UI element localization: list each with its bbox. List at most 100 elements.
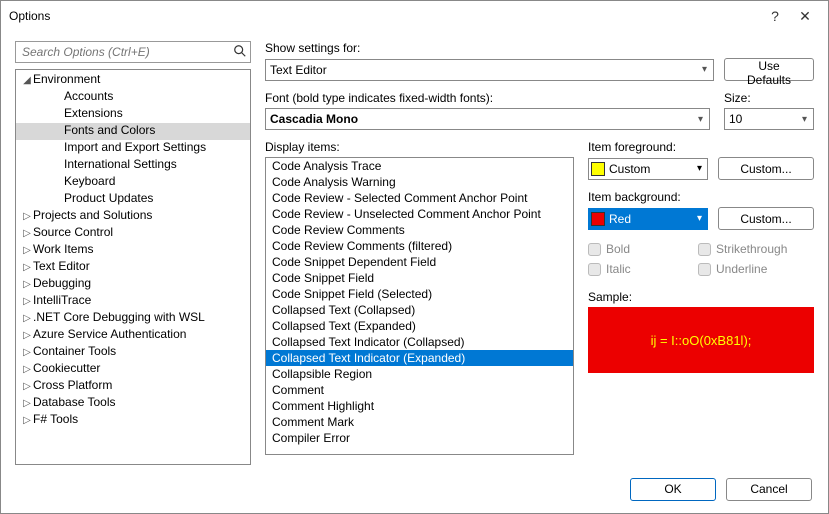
dialog-footer: OK Cancel — [1, 465, 828, 513]
tree-item-label: Text Editor — [33, 259, 90, 273]
display-item[interactable]: Comment — [266, 382, 573, 398]
show-settings-select[interactable]: Text Editor ▾ — [265, 59, 714, 81]
size-label: Size: — [724, 91, 814, 105]
tree-item-label: .NET Core Debugging with WSL — [33, 310, 205, 324]
tree-item-label: Azure Service Authentication — [33, 327, 186, 341]
chevron-right-icon: ▷ — [21, 347, 33, 358]
display-item[interactable]: Compiler Error — [266, 430, 573, 446]
display-item[interactable]: Code Snippet Field — [266, 270, 573, 286]
display-item[interactable]: Collapsed Text Indicator (Expanded) — [266, 350, 573, 366]
tree-item[interactable]: ▷Text Editor — [16, 259, 250, 276]
close-button[interactable]: ✕ — [790, 8, 820, 25]
tree-item[interactable]: ▷Database Tools — [16, 395, 250, 412]
display-item[interactable]: Code Snippet Field (Selected) — [266, 286, 573, 302]
tree-item-label: Keyboard — [64, 174, 115, 188]
chevron-down-icon: ▾ — [694, 163, 705, 174]
display-item[interactable]: Comment Highlight — [266, 398, 573, 414]
tree-item[interactable]: ▷.NET Core Debugging with WSL — [16, 310, 250, 327]
strikethrough-checkbox[interactable]: Strikethrough — [698, 242, 798, 256]
display-item[interactable]: Collapsed Text Indicator (Collapsed) — [266, 334, 573, 350]
chevron-down-icon: ▾ — [798, 114, 811, 125]
ok-button[interactable]: OK — [630, 478, 716, 501]
tree-item-label: Database Tools — [33, 395, 116, 409]
use-defaults-button[interactable]: Use Defaults — [724, 58, 814, 81]
display-items-list[interactable]: Code Analysis TraceCode Analysis Warning… — [265, 157, 574, 455]
tree-item[interactable]: Keyboard — [16, 174, 250, 191]
tree-item[interactable]: Import and Export Settings — [16, 140, 250, 157]
tree-item-label: IntelliTrace — [33, 293, 91, 307]
chevron-down-icon: ▾ — [694, 114, 707, 125]
chevron-right-icon: ▷ — [21, 330, 33, 341]
foreground-color-select[interactable]: Custom ▾ — [588, 158, 708, 180]
tree-item[interactable]: Extensions — [16, 106, 250, 123]
tree-item[interactable]: ▷F# Tools — [16, 412, 250, 429]
tree-item-label: Accounts — [64, 89, 113, 103]
underline-checkbox[interactable]: Underline — [698, 262, 798, 276]
tree-item-label: Debugging — [33, 276, 91, 290]
display-item[interactable]: Code Review Comments (filtered) — [266, 238, 573, 254]
tree-item[interactable]: ▷Work Items — [16, 242, 250, 259]
tree-item[interactable]: ▷Container Tools — [16, 344, 250, 361]
chevron-down-icon: ▾ — [698, 64, 711, 75]
display-item[interactable]: Collapsed Text (Expanded) — [266, 318, 573, 334]
background-color-select[interactable]: Red ▾ — [588, 208, 708, 230]
tree-item[interactable]: ▷Azure Service Authentication — [16, 327, 250, 344]
display-item[interactable]: Code Review Comments — [266, 222, 573, 238]
tree-item-label: Projects and Solutions — [33, 208, 152, 222]
display-items-label: Display items: — [265, 140, 574, 154]
chevron-right-icon: ▷ — [21, 296, 33, 307]
italic-checkbox[interactable]: Italic — [588, 262, 688, 276]
tree-item-label: F# Tools — [33, 412, 78, 426]
tree-item[interactable]: International Settings — [16, 157, 250, 174]
chevron-right-icon: ▷ — [21, 313, 33, 324]
foreground-swatch — [591, 162, 605, 176]
display-item[interactable]: Code Analysis Trace — [266, 158, 573, 174]
tree-item-label: Product Updates — [64, 191, 153, 205]
tree-item-label: Import and Export Settings — [64, 140, 206, 154]
tree-item[interactable]: ▷IntelliTrace — [16, 293, 250, 310]
size-select[interactable]: 10 ▾ — [724, 108, 814, 130]
chevron-right-icon: ▷ — [21, 262, 33, 273]
display-item[interactable]: Collapsed Text (Collapsed) — [266, 302, 573, 318]
chevron-right-icon: ▷ — [21, 245, 33, 256]
item-background-label: Item background: — [588, 190, 814, 204]
background-custom-button[interactable]: Custom... — [718, 207, 814, 230]
item-foreground-label: Item foreground: — [588, 140, 814, 154]
tree-item-label: Extensions — [64, 106, 123, 120]
search-input[interactable] — [15, 41, 251, 63]
foreground-custom-button[interactable]: Custom... — [718, 157, 814, 180]
cancel-button[interactable]: Cancel — [726, 478, 812, 501]
tree-item-label: Fonts and Colors — [64, 123, 155, 137]
display-item[interactable]: Code Review - Selected Comment Anchor Po… — [266, 190, 573, 206]
sample-preview: ij = I::oO(0xB81l); — [588, 307, 814, 373]
chevron-right-icon: ▷ — [21, 364, 33, 375]
help-button[interactable]: ? — [760, 8, 790, 24]
display-item[interactable]: Code Review - Unselected Comment Anchor … — [266, 206, 573, 222]
tree-item[interactable]: Fonts and Colors — [16, 123, 250, 140]
tree-item[interactable]: ▷Source Control — [16, 225, 250, 242]
tree-item[interactable]: ▷Debugging — [16, 276, 250, 293]
font-select[interactable]: Cascadia Mono ▾ — [265, 108, 710, 130]
chevron-right-icon: ▷ — [21, 415, 33, 426]
tree-item[interactable]: Product Updates — [16, 191, 250, 208]
chevron-right-icon: ▷ — [21, 228, 33, 239]
display-item[interactable]: Code Snippet Dependent Field — [266, 254, 573, 270]
chevron-down-icon: ◢ — [21, 75, 33, 86]
display-item[interactable]: Code Analysis Warning — [266, 174, 573, 190]
chevron-right-icon: ▷ — [21, 279, 33, 290]
tree-item[interactable]: Accounts — [16, 89, 250, 106]
options-tree[interactable]: ◢EnvironmentAccounts Extensions Fonts and … — [15, 69, 251, 465]
chevron-right-icon: ▷ — [21, 398, 33, 409]
tree-item[interactable]: ▷Projects and Solutions — [16, 208, 250, 225]
chevron-right-icon: ▷ — [21, 211, 33, 222]
display-item[interactable]: Comment Mark — [266, 414, 573, 430]
window-title: Options — [9, 9, 760, 23]
tree-item[interactable]: ▷Cross Platform — [16, 378, 250, 395]
bold-checkbox[interactable]: Bold — [588, 242, 688, 256]
titlebar: Options ? ✕ — [1, 1, 828, 31]
tree-item[interactable]: ▷Cookiecutter — [16, 361, 250, 378]
show-settings-label: Show settings for: — [265, 41, 814, 55]
display-item[interactable]: Collapsible Region — [266, 366, 573, 382]
tree-item[interactable]: ◢Environment — [16, 72, 250, 89]
tree-item-label: Cookiecutter — [33, 361, 100, 375]
